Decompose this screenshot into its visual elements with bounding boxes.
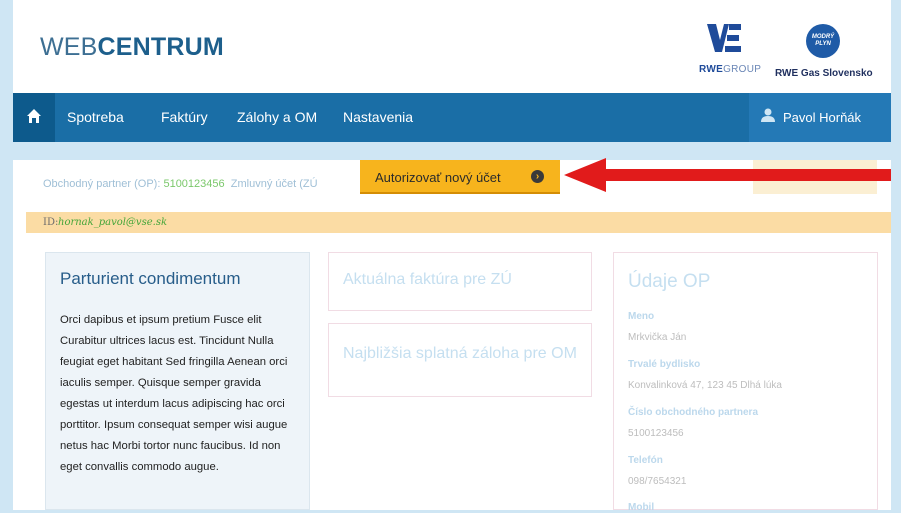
- field-value: 5100123456: [628, 428, 684, 439]
- nav-item-zalohy[interactable]: Zálohy a OM: [237, 109, 317, 125]
- id-strip: ID: hornak_pavol@vse.sk: [26, 212, 891, 233]
- info-card-body: Orci dapibus et ipsum pretium Fusce elit…: [60, 314, 288, 473]
- nav-home-button[interactable]: [13, 93, 55, 142]
- rwe-gas-logo[interactable]: MODRÝ PLYN RWE Gas Slovensko: [775, 24, 885, 82]
- next-deposit-card[interactable]: Najbližšia splatná záloha pre OM: [328, 323, 592, 397]
- op-label: Obchodný partner (OP):: [43, 178, 161, 190]
- field-label: Číslo obchodného partnera: [628, 407, 759, 418]
- next-deposit-title: Najbližšia splatná záloha pre OM: [343, 345, 577, 362]
- field-label: Meno: [628, 311, 655, 322]
- home-icon: [27, 109, 41, 123]
- authorize-new-account-button[interactable]: Autorizovať nový účet ›: [360, 160, 560, 194]
- field-value: Mrkvička Ján: [628, 332, 687, 343]
- info-card: Parturient condimentum Orci dapibus et i…: [45, 252, 310, 510]
- user-name: Pavol Horňák: [783, 110, 862, 125]
- field-value: 098/7654321: [628, 476, 687, 487]
- field-value: Konvalinková 47, 123 45 Dlhá lúka: [628, 380, 782, 391]
- current-invoice-title: Aktuálna faktúra pre ZÚ: [343, 271, 512, 288]
- rwe-mark-icon: [707, 24, 741, 52]
- page-frame: WEBCENTRUM RWEGROUP MODRÝ PLYN RWE Gas S…: [13, 0, 891, 513]
- logo-light-text: WEB: [40, 33, 98, 61]
- op-value: 5100123456: [163, 178, 225, 190]
- modry-plyn-badge: MODRÝ PLYN: [806, 24, 840, 58]
- nav-item-faktury[interactable]: Faktúry: [161, 109, 208, 125]
- user-menu[interactable]: Pavol Horňák: [749, 93, 891, 142]
- field-label: Mobil: [628, 502, 655, 513]
- zu-label: Zmluvný účet (ZÚ: [230, 178, 318, 190]
- partner-info: Obchodný partner (OP): 5100123456 Zmluvn…: [43, 178, 318, 190]
- rwe-group-logo[interactable]: RWEGROUP: [699, 24, 761, 78]
- red-arrow-annotation-icon: [564, 158, 891, 192]
- logo-bold-text: CENTRUM: [97, 33, 224, 61]
- id-value: hornak_pavol@vse.sk: [58, 217, 168, 228]
- rwe-gas-name: RWE Gas Slovensko: [775, 68, 873, 79]
- info-card-title: Parturient condimentum: [60, 269, 241, 288]
- nav-item-spotreba[interactable]: Spotreba: [67, 109, 124, 125]
- webcentrum-logo[interactable]: WEBCENTRUM: [40, 33, 224, 62]
- header: WEBCENTRUM RWEGROUP MODRÝ PLYN RWE Gas S…: [13, 0, 891, 93]
- id-label: ID:: [43, 217, 59, 228]
- rwe-group-text: RWEGROUP: [699, 64, 762, 75]
- field-label: Telefón: [628, 455, 663, 466]
- main-nav: Spotreba Faktúry Zálohy a OM Nastavenia …: [13, 93, 891, 142]
- authorize-button-label: Autorizovať nový účet: [375, 170, 501, 185]
- current-invoice-card[interactable]: Aktuálna faktúra pre ZÚ: [328, 252, 592, 311]
- op-details-card: Údaje OP Meno Mrkvička Ján Trvalé bydlis…: [613, 252, 878, 513]
- field-label: Trvalé bydlisko: [628, 359, 701, 370]
- user-icon: [761, 108, 775, 122]
- nav-item-nastavenia[interactable]: Nastavenia: [343, 109, 413, 125]
- arrow-right-icon: ›: [531, 170, 544, 183]
- op-details-title: Údaje OP: [628, 271, 711, 292]
